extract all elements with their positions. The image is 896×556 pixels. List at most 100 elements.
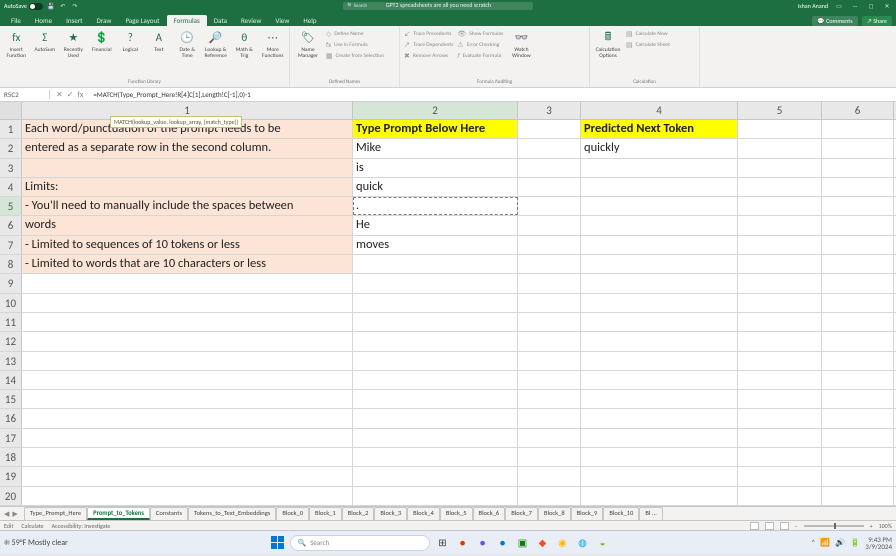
cell[interactable] bbox=[518, 371, 581, 389]
autosave-pill[interactable] bbox=[29, 3, 43, 10]
row-header[interactable]: 5 bbox=[0, 197, 22, 215]
zoom-out-icon[interactable]: − bbox=[795, 522, 798, 530]
close-icon[interactable]: ✕ bbox=[882, 2, 892, 10]
cell[interactable]: He bbox=[353, 216, 518, 234]
cell[interactable] bbox=[518, 236, 581, 254]
calculate-now-button[interactable]: ▤Calculate Now bbox=[626, 28, 670, 39]
sheet-tab[interactable]: Block_2 bbox=[342, 507, 375, 520]
app-icon[interactable]: ● bbox=[494, 535, 510, 551]
sheet-tab[interactable]: Tokens_to_Text_Embeddings bbox=[188, 507, 276, 520]
row-header[interactable]: 18 bbox=[0, 448, 22, 466]
cell[interactable] bbox=[822, 197, 894, 215]
use-in-formula-button[interactable]: fxUse in Formula bbox=[326, 39, 384, 50]
cell[interactable] bbox=[738, 313, 822, 331]
taskbar-weather[interactable]: ☀ 59°F Mostly clear bbox=[4, 538, 68, 548]
page-break-view-button[interactable] bbox=[780, 522, 789, 530]
sheet-tab[interactable]: Block_0 bbox=[276, 507, 309, 520]
cell[interactable] bbox=[738, 139, 822, 157]
trace-precedents-button[interactable]: ↙Trace Precedents bbox=[404, 28, 453, 39]
ribbon-tab-draw[interactable]: Draw bbox=[90, 15, 119, 26]
row-header[interactable]: 14 bbox=[0, 371, 22, 389]
calculate-sheet-button[interactable]: ▤Calculate Sheet bbox=[626, 39, 670, 50]
normal-view-button[interactable] bbox=[750, 522, 759, 530]
cell[interactable] bbox=[581, 216, 738, 234]
insert-function-button[interactable]: fxInsert Function bbox=[4, 28, 29, 59]
sheet-tab[interactable]: Bl ... bbox=[639, 507, 662, 520]
autosave-toggle[interactable]: AutoSave bbox=[4, 2, 43, 10]
cell[interactable] bbox=[518, 274, 581, 292]
spreadsheet-grid[interactable]: MATCH(lookup_value, lookup_array, [match… bbox=[0, 102, 896, 506]
ribbon-tab-review[interactable]: Review bbox=[234, 15, 268, 26]
cell[interactable] bbox=[738, 467, 822, 485]
cell[interactable] bbox=[822, 332, 894, 350]
cell[interactable] bbox=[518, 120, 581, 138]
col-header[interactable]: 6 bbox=[822, 102, 894, 119]
cell[interactable] bbox=[518, 255, 581, 273]
taskbar-search[interactable]: 🔍Search bbox=[290, 535, 430, 551]
cell[interactable] bbox=[581, 255, 738, 273]
sheet-tab[interactable]: Block_7 bbox=[505, 507, 538, 520]
evaluate-formula-button[interactable]: 𝑓Evaluate Formula bbox=[457, 50, 503, 62]
cell[interactable]: - You'll need to manually include the sp… bbox=[22, 197, 353, 215]
cell[interactable]: Limits: bbox=[22, 178, 353, 196]
cell[interactable] bbox=[518, 390, 581, 408]
battery-icon[interactable]: 🔋 bbox=[850, 538, 860, 548]
cell[interactable] bbox=[353, 371, 518, 389]
cell[interactable] bbox=[738, 371, 822, 389]
date-time-button[interactable]: 🕒Date & Time bbox=[175, 28, 200, 59]
cell[interactable] bbox=[822, 467, 894, 485]
row-header[interactable]: 15 bbox=[0, 390, 22, 408]
cell[interactable] bbox=[738, 352, 822, 370]
cell[interactable] bbox=[738, 120, 822, 138]
sheet-nav-next-icon[interactable]: ▶ bbox=[12, 509, 17, 518]
row-header[interactable]: 19 bbox=[0, 467, 22, 485]
share-button[interactable]: ↗ Share bbox=[862, 16, 892, 26]
cell[interactable] bbox=[518, 139, 581, 157]
cell[interactable] bbox=[353, 255, 518, 273]
sheet-nav-prev-icon[interactable]: ◀ bbox=[4, 509, 9, 518]
cell[interactable] bbox=[518, 467, 581, 485]
sheet-tab[interactable]: Block_1 bbox=[309, 507, 342, 520]
remove-arrows-button[interactable]: ✖Remove Arrows bbox=[404, 50, 453, 61]
more-functions-button[interactable]: ⋯More Functions bbox=[261, 28, 286, 59]
formula-input[interactable]: =MATCH(Type_Prompt_Here!R[4]C[1],Length!… bbox=[89, 90, 896, 99]
cell[interactable]: is bbox=[353, 159, 518, 177]
cell[interactable] bbox=[822, 313, 894, 331]
cell[interactable] bbox=[738, 178, 822, 196]
cell[interactable] bbox=[518, 409, 581, 427]
cell[interactable]: words bbox=[22, 216, 353, 234]
zoom-level[interactable]: 100% bbox=[879, 522, 892, 530]
cell[interactable] bbox=[581, 274, 738, 292]
cell[interactable] bbox=[822, 352, 894, 370]
app-icon[interactable]: ◒ bbox=[594, 535, 610, 551]
col-header[interactable]: 2 bbox=[353, 102, 518, 119]
ribbon-tab-view[interactable]: View bbox=[268, 15, 296, 26]
row-header[interactable]: 6 bbox=[0, 216, 22, 234]
cell[interactable] bbox=[353, 332, 518, 350]
recently-used-button[interactable]: ★Recently Used bbox=[61, 28, 86, 59]
cell[interactable] bbox=[581, 159, 738, 177]
sheet-tab[interactable]: Block_8 bbox=[538, 507, 571, 520]
cell[interactable] bbox=[22, 390, 353, 408]
name-manager-button[interactable]: 🏷Name Manager bbox=[294, 28, 322, 59]
cell[interactable] bbox=[353, 448, 518, 466]
cell[interactable] bbox=[822, 236, 894, 254]
cell[interactable] bbox=[738, 332, 822, 350]
sheet-tab[interactable]: Block_5 bbox=[440, 507, 473, 520]
cancel-formula-icon[interactable]: ✕ bbox=[56, 90, 63, 100]
autosum-button[interactable]: ΣAutoSum bbox=[33, 28, 58, 53]
cell[interactable] bbox=[738, 216, 822, 234]
ribbon-tab-pagelayout[interactable]: Page Layout bbox=[118, 15, 166, 26]
row-header[interactable]: 16 bbox=[0, 409, 22, 427]
cell[interactable]: Predicted Next Token bbox=[581, 120, 738, 138]
cell[interactable] bbox=[22, 294, 353, 312]
ribbon-tab-formulas[interactable]: Formulas bbox=[167, 15, 207, 26]
cell[interactable]: - Limited to sequences of 10 tokens or l… bbox=[22, 236, 353, 254]
cell[interactable]: Type Prompt Below Here bbox=[353, 120, 518, 138]
cell[interactable] bbox=[738, 448, 822, 466]
cell[interactable] bbox=[518, 159, 581, 177]
cell[interactable] bbox=[518, 197, 581, 215]
cell[interactable] bbox=[822, 448, 894, 466]
row-header[interactable]: 4 bbox=[0, 178, 22, 196]
cell[interactable] bbox=[822, 429, 894, 447]
